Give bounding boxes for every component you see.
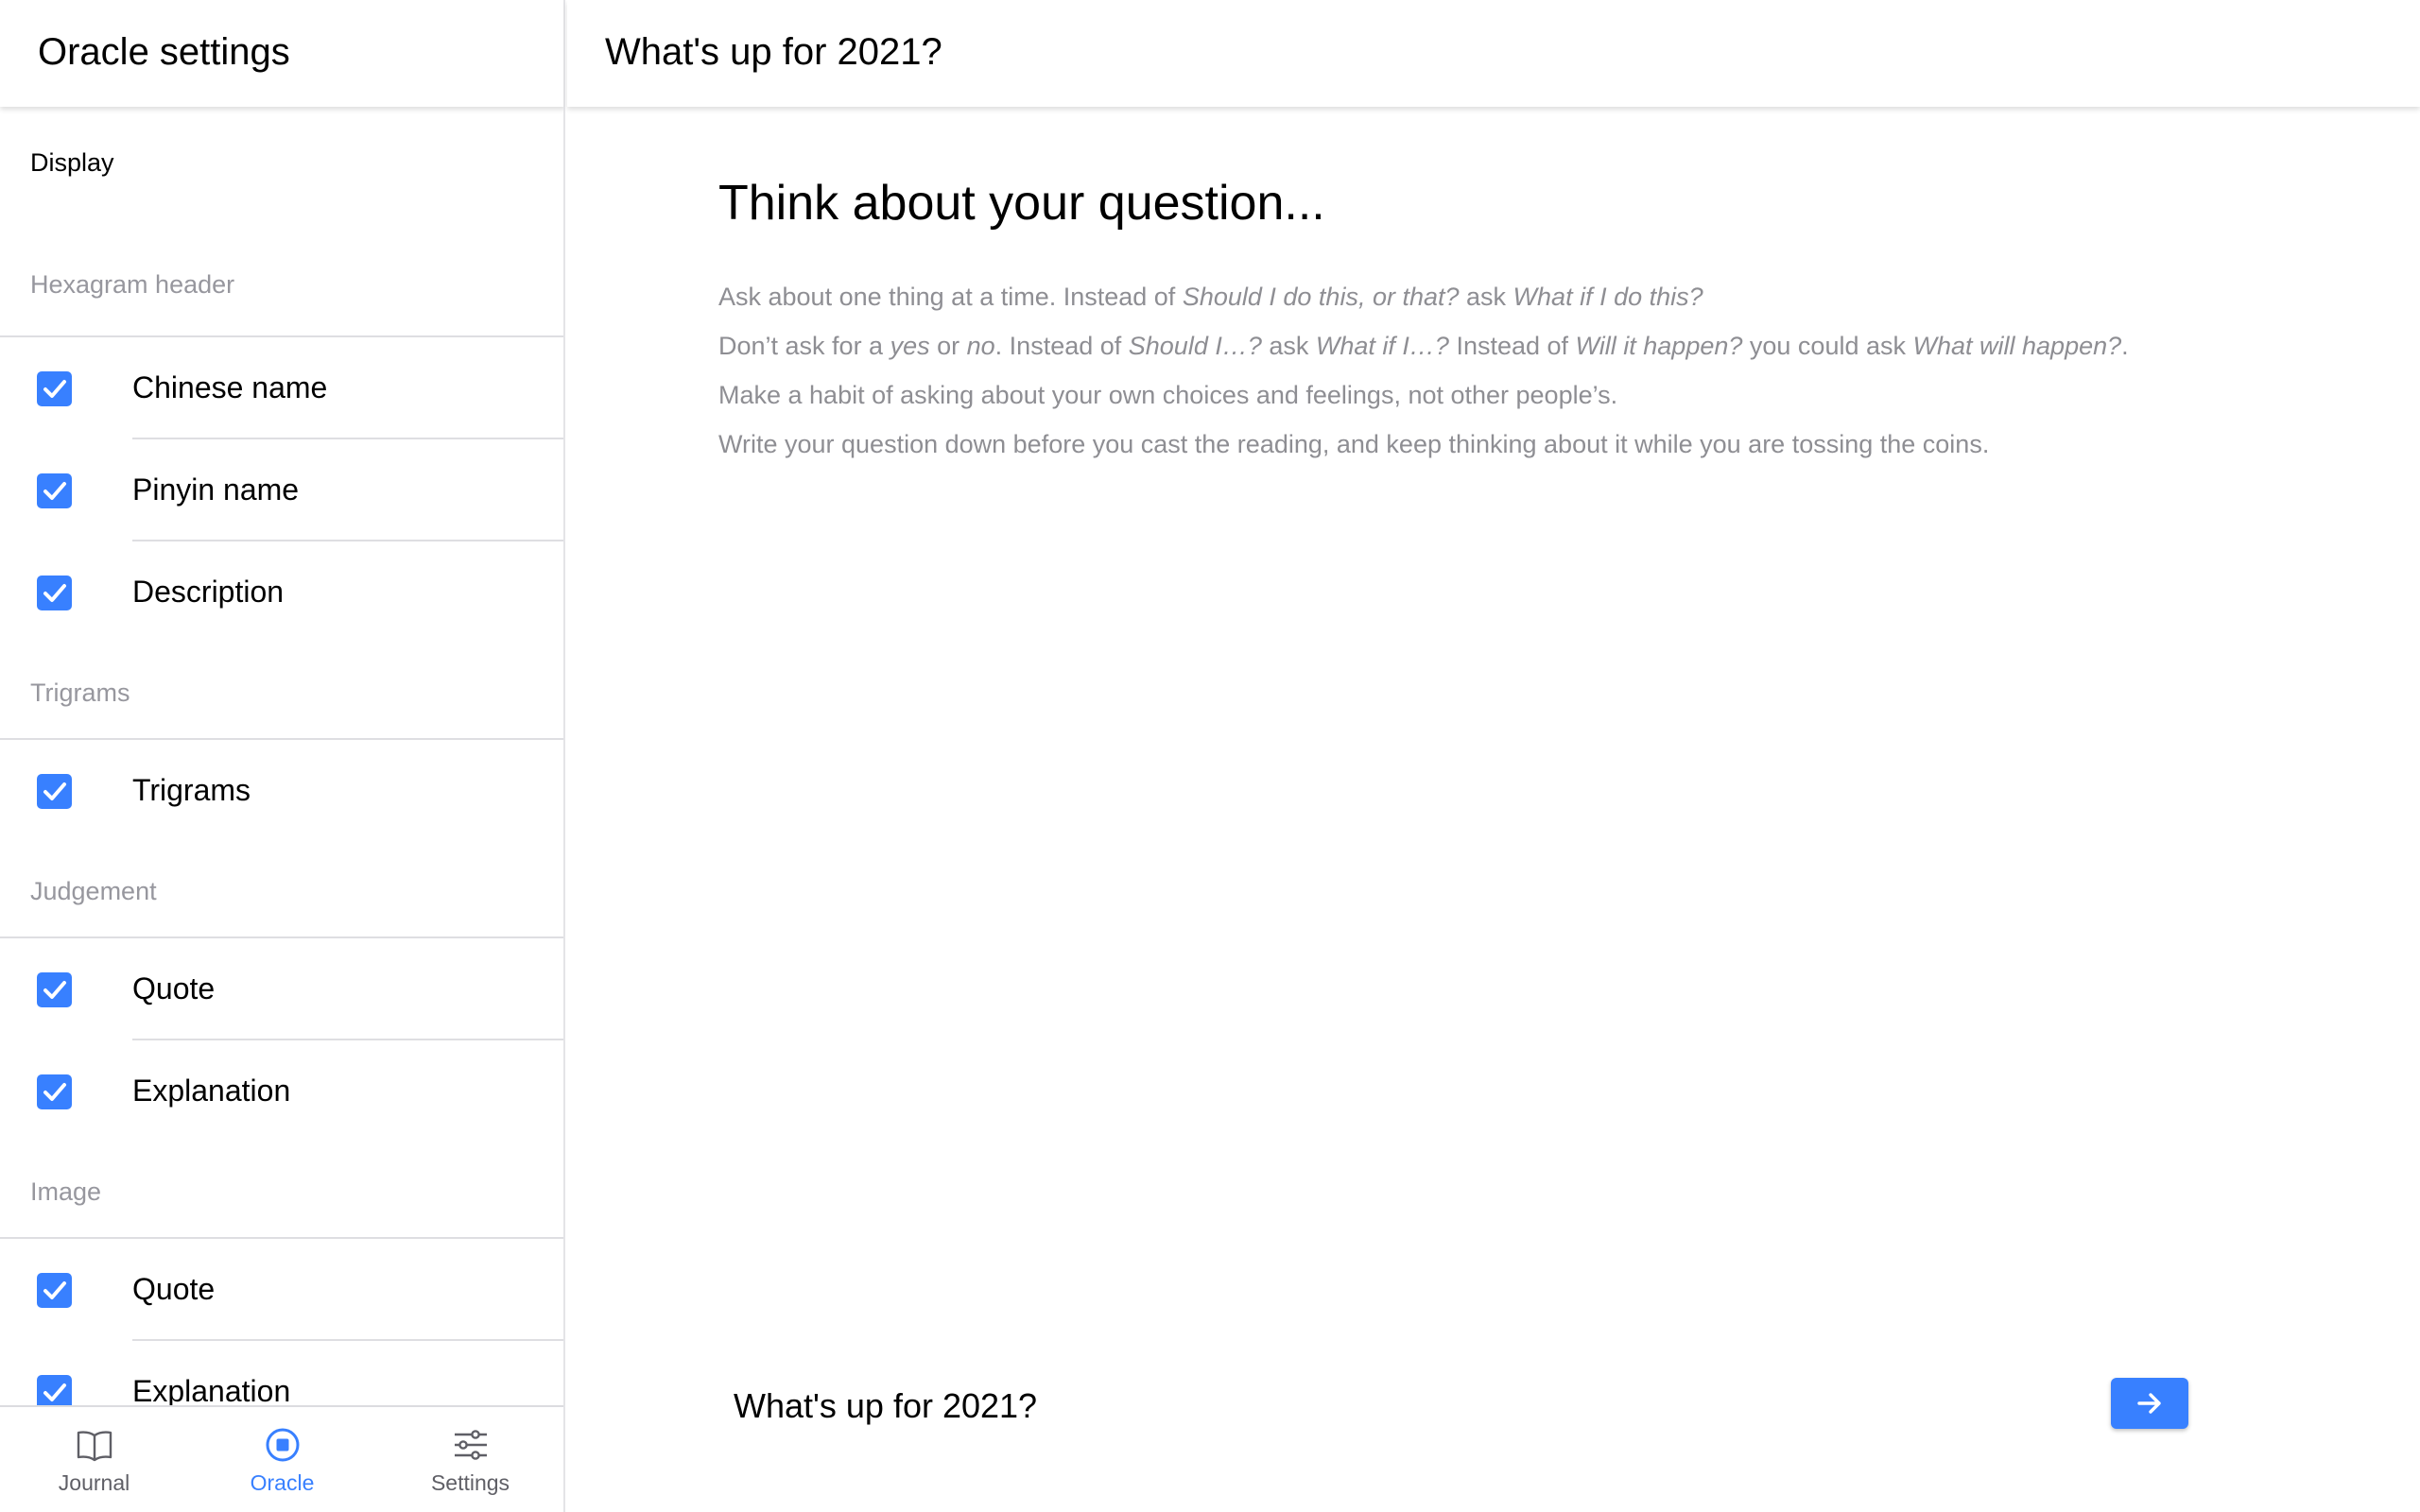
setting-label: Quote [132, 1272, 216, 1306]
tab-settings[interactable]: Settings [376, 1407, 563, 1512]
question-entry [718, 1361, 2269, 1452]
setting-image-explanation[interactable]: Explanation [0, 1341, 563, 1405]
checkbox-checked-icon[interactable] [37, 576, 72, 610]
page-title: What's up for 2021? [605, 31, 942, 73]
tab-label: Oracle [250, 1470, 315, 1495]
setting-description[interactable]: Description [0, 541, 563, 644]
setting-judgement-explanation[interactable]: Explanation [0, 1040, 563, 1143]
group-label-image: Image [30, 1177, 102, 1206]
group-label-hexagram-header: Hexagram header [30, 270, 235, 299]
tab-bar: Journal Oracle Settings [0, 1405, 563, 1512]
question-guidance: Think about your question... Ask about o… [718, 170, 2325, 469]
checkbox-checked-icon[interactable] [37, 1375, 72, 1405]
setting-label: Quote [132, 971, 216, 1005]
setting-chinese-name[interactable]: Chinese name [0, 337, 563, 439]
tip-one-thing: Ask about one thing at a time. Instead o… [718, 283, 1703, 311]
main-header: What's up for 2021? [567, 0, 2420, 107]
sliders-icon [452, 1426, 490, 1464]
sidebar-title: Oracle settings [38, 31, 290, 73]
submit-question-button[interactable] [2111, 1378, 2188, 1429]
checkbox-checked-icon[interactable] [37, 1273, 72, 1308]
checkbox-checked-icon[interactable] [37, 473, 72, 508]
tip-own-choices: Make a habit of asking about your own ch… [718, 381, 1618, 409]
checkbox-checked-icon[interactable] [37, 371, 72, 406]
setting-label: Description [132, 575, 285, 609]
tab-label: Settings [430, 1470, 510, 1495]
tab-journal[interactable]: Journal [0, 1407, 188, 1512]
question-input[interactable] [718, 1361, 2089, 1452]
tab-oracle[interactable]: Oracle [188, 1407, 376, 1512]
tips-list: Ask about one thing at a time. Instead o… [718, 272, 2325, 469]
tab-label: Journal [58, 1470, 130, 1495]
setting-label: Pinyin name [132, 472, 300, 507]
setting-label: Chinese name [132, 370, 328, 404]
book-open-icon [76, 1426, 113, 1464]
group-label-judgement: Judgement [30, 877, 157, 905]
radio-button-icon [264, 1426, 302, 1464]
setting-trigrams[interactable]: Trigrams [0, 740, 563, 842]
group-label-trigrams: Trigrams [30, 679, 130, 707]
settings-sidebar: Oracle settings Display Hexagram header … [0, 0, 565, 1512]
tip-write-down: Write your question down before you cast… [718, 430, 1990, 458]
oracle-main: What's up for 2021? Think about your que… [567, 0, 2420, 1512]
setting-image-quote[interactable]: Quote [0, 1239, 563, 1341]
settings-list[interactable]: Display Hexagram header Chinese name Pin… [0, 107, 563, 1405]
setting-pinyin-name[interactable]: Pinyin name [0, 439, 563, 541]
setting-label: Explanation [132, 1074, 291, 1108]
setting-label: Explanation [132, 1374, 291, 1405]
setting-judgement-quote[interactable]: Quote [0, 938, 563, 1040]
checkbox-checked-icon[interactable] [37, 774, 72, 809]
sidebar-header: Oracle settings [0, 0, 563, 107]
setting-label: Trigrams [132, 773, 251, 807]
checkbox-checked-icon[interactable] [37, 972, 72, 1007]
checkbox-checked-icon[interactable] [37, 1074, 72, 1109]
tip-no-yes-no: Don’t ask for a yes or no. Instead of Sh… [718, 332, 2129, 360]
guidance-heading: Think about your question... [718, 176, 1325, 231]
display-section-link[interactable]: Display [30, 148, 114, 178]
